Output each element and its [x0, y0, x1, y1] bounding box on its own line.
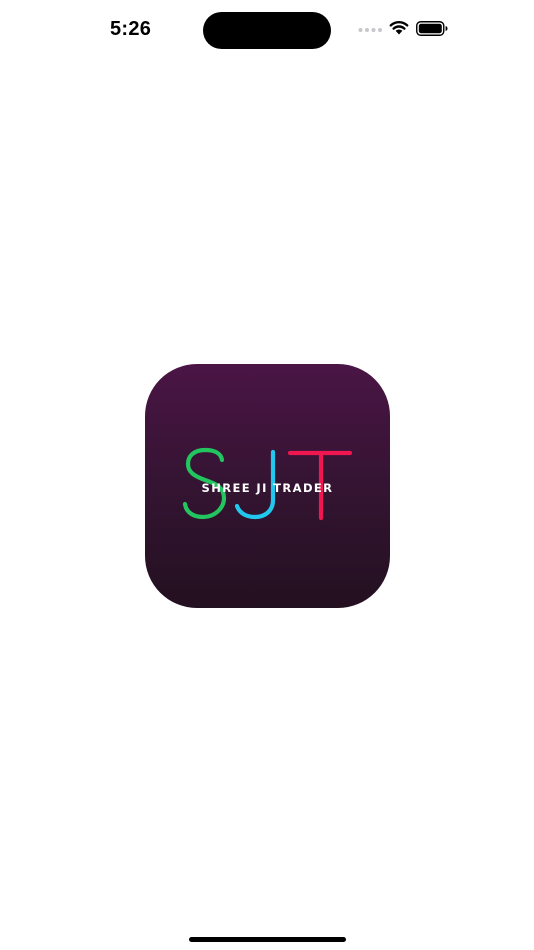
wifi-icon: [389, 21, 409, 35]
battery-icon: [416, 21, 448, 36]
home-indicator[interactable]: [189, 937, 346, 942]
logo-caption: SHREE JI TRADER: [201, 481, 334, 495]
dynamic-island: [203, 12, 331, 49]
status-bar: 5:26: [0, 0, 534, 60]
app-logo: SHREE JI TRADER: [145, 364, 390, 608]
signal-icon: [358, 28, 382, 32]
status-time: 5:26: [110, 18, 152, 40]
